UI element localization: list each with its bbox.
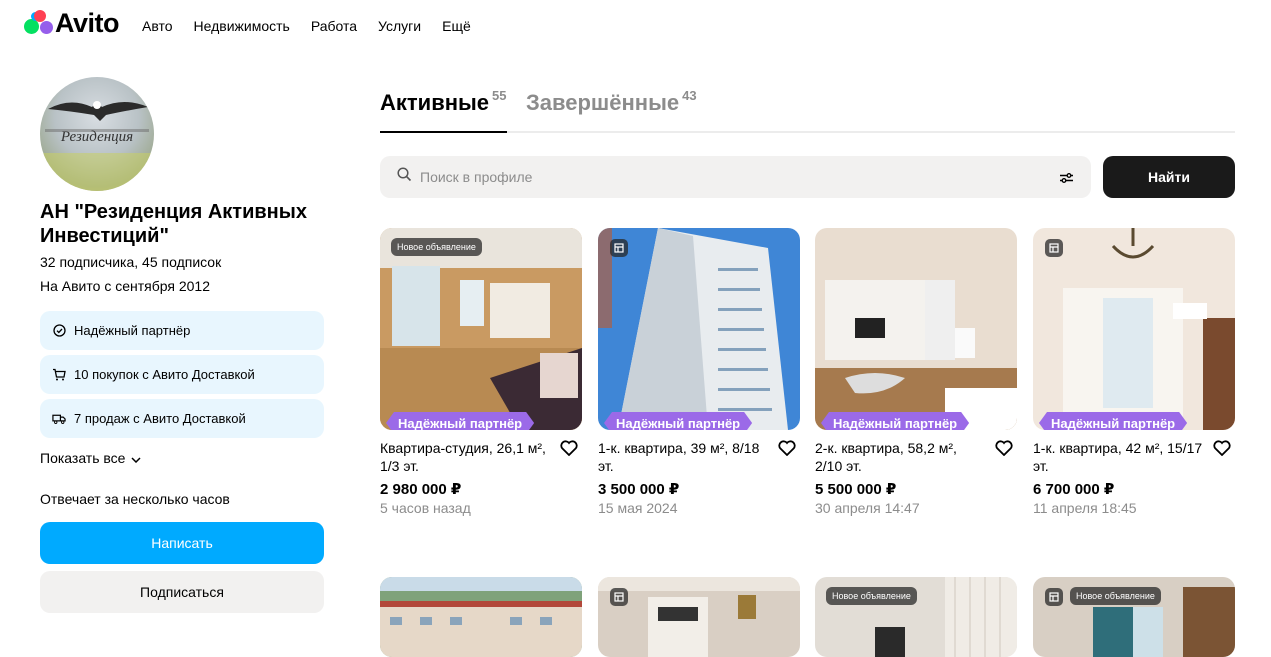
cart-icon xyxy=(52,368,66,382)
video-icon xyxy=(1045,239,1063,257)
listing-card[interactable]: Надёжный партнёр 1-к. квартира, 42 м², 1… xyxy=(1033,228,1235,516)
listing-tabs: Активные 55 Завершённые 43 xyxy=(380,88,1235,133)
reliable-partner-tag: Надёжный партнёр xyxy=(386,412,534,430)
listing-photo[interactable] xyxy=(380,577,582,657)
badge-label: Надёжный партнёр xyxy=(74,323,191,338)
chevron-down-icon xyxy=(131,450,142,466)
listing-photo[interactable]: Новое объявление xyxy=(1033,577,1235,657)
nav-item-auto[interactable]: Авто xyxy=(142,18,173,34)
subscribe-button[interactable]: Подписаться xyxy=(40,571,324,613)
tab-active[interactable]: Активные 55 xyxy=(380,88,507,133)
favorite-heart-icon[interactable] xyxy=(778,440,796,461)
tab-label: Завершённые xyxy=(526,90,680,115)
listing-card[interactable]: Надёжный партнёр 2-к. квартира, 58,2 м²,… xyxy=(815,228,1017,516)
listing-date: 15 мая 2024 xyxy=(598,500,678,516)
show-all-label: Показать все xyxy=(40,450,126,466)
listing-photo[interactable]: Надёжный партнёр xyxy=(815,228,1017,430)
listing-photo[interactable]: Надёжный партнёр xyxy=(1033,228,1235,430)
listing-photo[interactable] xyxy=(598,577,800,657)
badge-reliable-partner[interactable]: Надёжный партнёр xyxy=(40,311,324,350)
truck-icon xyxy=(52,412,66,426)
new-listing-badge: Новое объявление xyxy=(391,238,482,256)
favorite-heart-icon[interactable] xyxy=(1213,440,1231,461)
svg-text:Резиденция: Резиденция xyxy=(60,129,133,145)
listing-photo[interactable]: Новое объявление xyxy=(815,577,1017,657)
video-icon xyxy=(610,588,628,606)
listing-price: 5 500 000 ₽ xyxy=(815,481,897,498)
video-icon xyxy=(610,239,628,257)
header: Avito Авто Недвижимость Работа Услуги Ещ… xyxy=(0,0,1271,56)
new-listing-badge: Новое объявление xyxy=(826,587,917,605)
reliable-partner-tag: Надёжный партнёр xyxy=(604,412,752,430)
subscribers-count[interactable]: 32 подписчика, 45 подписок xyxy=(40,250,324,274)
listing-card[interactable]: Надёжный партнёр 1-к. квартира, 39 м², 8… xyxy=(598,228,800,516)
avatar-eagle-icon: Резиденция xyxy=(40,101,154,191)
favorite-heart-icon[interactable] xyxy=(995,440,1013,461)
listing-price: 6 700 000 ₽ xyxy=(1033,481,1115,498)
search-input[interactable] xyxy=(420,169,1020,185)
write-button[interactable]: Написать xyxy=(40,522,324,564)
show-all-button[interactable]: Показать все xyxy=(40,450,324,466)
nav-item-jobs[interactable]: Работа xyxy=(311,18,357,34)
listing-price: 2 980 000 ₽ xyxy=(380,481,462,498)
listing-card[interactable]: Новое объявление xyxy=(1033,577,1235,657)
logo-text: Avito xyxy=(55,8,120,38)
listing-price: 3 500 000 ₽ xyxy=(598,481,680,498)
nav-item-realty[interactable]: Недвижимость xyxy=(194,18,290,34)
tab-count: 43 xyxy=(682,88,697,103)
profile-search xyxy=(380,156,1091,198)
listing-photo[interactable]: Новое объявление Надёжный партнёр xyxy=(380,228,582,430)
listing-title[interactable]: 2-к. квартира, 58,2 м², 2/10 эт. xyxy=(815,439,985,475)
listing-title[interactable]: 1-к. квартира, 39 м², 8/18 эт. xyxy=(598,439,768,475)
logo-dots-icon xyxy=(23,9,53,37)
new-listing-badge: Новое объявление xyxy=(1070,587,1161,605)
listing-card[interactable] xyxy=(598,577,800,657)
filter-settings-icon[interactable] xyxy=(1059,171,1074,189)
nav-item-services[interactable]: Услуги xyxy=(378,18,421,34)
listing-title[interactable]: Квартира-студия, 26,1 м², 1/3 эт. xyxy=(380,439,550,475)
listing-card[interactable]: Новое объявление Надёжный партнёр Кварти… xyxy=(380,228,582,516)
listing-date: 30 апреля 14:47 xyxy=(815,500,920,516)
tab-count: 55 xyxy=(492,88,507,103)
listing-card[interactable] xyxy=(380,577,582,657)
company-name: АН "Резиденция Активных Инвестиций" xyxy=(40,201,307,247)
response-time: Отвечает за несколько часов xyxy=(40,491,230,507)
find-button[interactable]: Найти xyxy=(1103,156,1235,198)
listing-photo[interactable]: Надёжный партнёр xyxy=(598,228,800,430)
badge-sales[interactable]: 7 продаж с Авито Доставкой xyxy=(40,399,324,438)
video-icon xyxy=(1045,588,1063,606)
tab-completed[interactable]: Завершённые 43 xyxy=(526,88,697,116)
listing-title[interactable]: 1-к. квартира, 42 м², 15/17 эт. xyxy=(1033,439,1203,475)
badge-label: 7 продаж с Авито Доставкой xyxy=(74,411,246,426)
check-circle-icon xyxy=(52,324,66,338)
reliable-partner-tag: Надёжный партнёр xyxy=(1039,412,1187,430)
listing-date: 11 апреля 18:45 xyxy=(1033,500,1137,516)
listing-card[interactable]: Новое объявление xyxy=(815,577,1017,657)
avito-logo[interactable]: Avito xyxy=(23,8,120,38)
badge-label: 10 покупок с Авито Доставкой xyxy=(74,367,255,382)
badge-purchases[interactable]: 10 покупок с Авито Доставкой xyxy=(40,355,324,394)
listing-date: 5 часов назад xyxy=(380,500,471,516)
favorite-heart-icon[interactable] xyxy=(560,440,578,461)
reliable-partner-tag: Надёжный партнёр xyxy=(821,412,969,430)
search-icon xyxy=(397,167,412,187)
nav-item-more[interactable]: Ещё xyxy=(442,18,471,34)
member-since: На Авито с сентября 2012 xyxy=(40,278,210,294)
avatar: Резиденция xyxy=(40,77,154,191)
tab-label: Активные xyxy=(380,90,490,115)
main-nav: Авто Недвижимость Работа Услуги Ещё xyxy=(142,18,492,34)
profile-sidebar: Резиденция АН "Резиденция Активных Инвес… xyxy=(40,77,324,613)
